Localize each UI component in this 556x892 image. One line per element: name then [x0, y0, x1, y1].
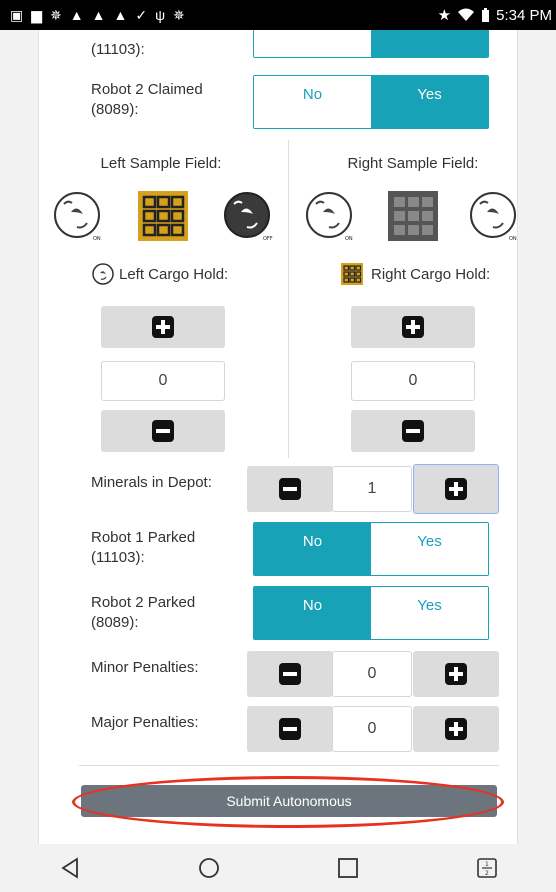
plus-icon	[402, 316, 424, 338]
left-cargo-count[interactable]: 0	[101, 361, 225, 401]
robot2-claimed-toggle: No Yes	[253, 75, 489, 129]
minerals-in-depot-label: Minerals in Depot:	[91, 474, 212, 491]
depot-minus-button[interactable]	[247, 466, 333, 512]
plus-icon	[445, 663, 467, 685]
recents-button[interactable]	[328, 848, 368, 888]
major-minus-button[interactable]	[247, 706, 333, 752]
svg-text:1: 1	[485, 861, 489, 868]
silver-mineral-icon[interactable]: ON	[303, 188, 359, 244]
robot2-claimed-no[interactable]: No	[254, 76, 371, 128]
minor-minus-button[interactable]	[247, 651, 333, 697]
right-sample-field-title: Right Sample Field:	[347, 155, 479, 172]
bug-icon: ✵	[50, 7, 62, 23]
minor-penalties-count[interactable]: 0	[332, 651, 412, 697]
silver-mineral-off-icon[interactable]: OFF	[221, 188, 277, 244]
svg-text:ON: ON	[345, 236, 353, 242]
robot1-parked-no[interactable]: No	[254, 523, 371, 575]
split-screen-button[interactable]: 12	[467, 848, 507, 888]
minus-icon	[279, 663, 301, 685]
minus-icon	[402, 420, 424, 442]
plus-icon	[152, 316, 174, 338]
major-penalties-count[interactable]: 0	[332, 706, 412, 752]
recents-icon	[337, 858, 358, 878]
gold-mineral-off-icon[interactable]	[385, 188, 441, 244]
column-divider	[288, 140, 289, 458]
notification-icons: ▣ ▆ ✵ ▲ ▲ ▲ ✓ ψ ✵	[10, 8, 185, 22]
bug-icon: ✵	[173, 7, 185, 23]
left-cargo-hold-label: Left Cargo Hold:	[119, 266, 229, 283]
svg-text:2: 2	[485, 870, 489, 877]
robot1-claimed-yes[interactable]	[371, 30, 488, 57]
right-cargo-minus-button[interactable]	[351, 410, 475, 452]
minus-icon	[152, 420, 174, 442]
robot2-parked-label: Robot 2 Parked (8089):	[91, 594, 196, 631]
robot2-claimed-label: Robot 2 Claimed (8089):	[91, 81, 203, 118]
robot1-claimed-label: (11103):	[91, 41, 145, 58]
silver-mineral-small-icon	[92, 263, 114, 285]
minus-icon	[279, 478, 301, 500]
right-cargo-plus-button[interactable]	[351, 306, 475, 348]
left-cargo-minus-button[interactable]	[101, 410, 225, 452]
battery-icon	[482, 7, 490, 22]
major-penalties-label: Major Penalties:	[91, 714, 199, 731]
right-cargo-hold-label: Right Cargo Hold:	[371, 266, 491, 283]
depot-count[interactable]: 1	[332, 466, 412, 512]
major-plus-button[interactable]	[413, 706, 499, 752]
left-cargo-plus-button[interactable]	[101, 306, 225, 348]
minus-icon	[279, 718, 301, 740]
split-screen-icon: 12	[476, 858, 497, 878]
back-button[interactable]	[50, 848, 90, 888]
warning-icon: ▲	[91, 7, 106, 23]
usb-icon: ψ	[155, 7, 166, 23]
silver-mineral-icon[interactable]: ON	[51, 188, 107, 244]
depot-plus-button[interactable]	[413, 464, 499, 514]
warning-icon: ▲	[69, 7, 84, 23]
plus-icon	[445, 718, 467, 740]
robot2-parked-yes[interactable]: Yes	[371, 587, 488, 639]
robot1-parked-yes[interactable]: Yes	[371, 523, 488, 575]
download-icon: ▆	[31, 7, 43, 23]
robot1-claimed-toggle	[253, 30, 489, 58]
left-sample-field-title: Left Sample Field:	[100, 155, 222, 172]
robot1-parked-toggle: No Yes	[253, 522, 489, 576]
svg-text:ON: ON	[509, 236, 517, 242]
robot2-parked-no[interactable]: No	[254, 587, 371, 639]
clock: 5:34 PM	[496, 6, 552, 24]
star-icon: ★	[437, 7, 452, 24]
divider	[79, 765, 499, 766]
back-icon	[60, 857, 78, 879]
minor-plus-button[interactable]	[413, 651, 499, 697]
plus-icon	[445, 478, 467, 500]
robot2-parked-toggle: No Yes	[253, 586, 489, 640]
warning-icon: ▲	[113, 7, 128, 23]
image-icon: ▣	[10, 7, 24, 23]
status-bar: ▣ ▆ ✵ ▲ ▲ ▲ ✓ ψ ✵ ★ 5:34 PM	[0, 0, 556, 30]
check-icon: ✓	[135, 7, 148, 23]
gold-mineral-small-icon	[341, 263, 363, 285]
right-cargo-count[interactable]: 0	[351, 361, 475, 401]
robot2-claimed-yes[interactable]: Yes	[371, 76, 488, 128]
submit-autonomous-button[interactable]: Submit Autonomous	[81, 785, 497, 817]
minor-penalties-label: Minor Penalties:	[91, 659, 199, 676]
silver-mineral-icon[interactable]: ON	[467, 188, 518, 244]
gold-mineral-icon[interactable]	[135, 188, 191, 244]
home-button[interactable]	[189, 848, 229, 888]
svg-text:ON: ON	[93, 236, 101, 242]
home-icon	[198, 858, 219, 878]
robot1-claimed-no[interactable]	[254, 30, 371, 57]
system-nav-bar: 12	[0, 844, 556, 892]
svg-text:OFF: OFF	[263, 236, 273, 242]
scoring-form: (11103): Robot 2 Claimed (8089): No Yes …	[38, 30, 518, 844]
robot1-parked-label: Robot 1 Parked (11103):	[91, 529, 196, 566]
wifi-icon	[458, 8, 475, 21]
